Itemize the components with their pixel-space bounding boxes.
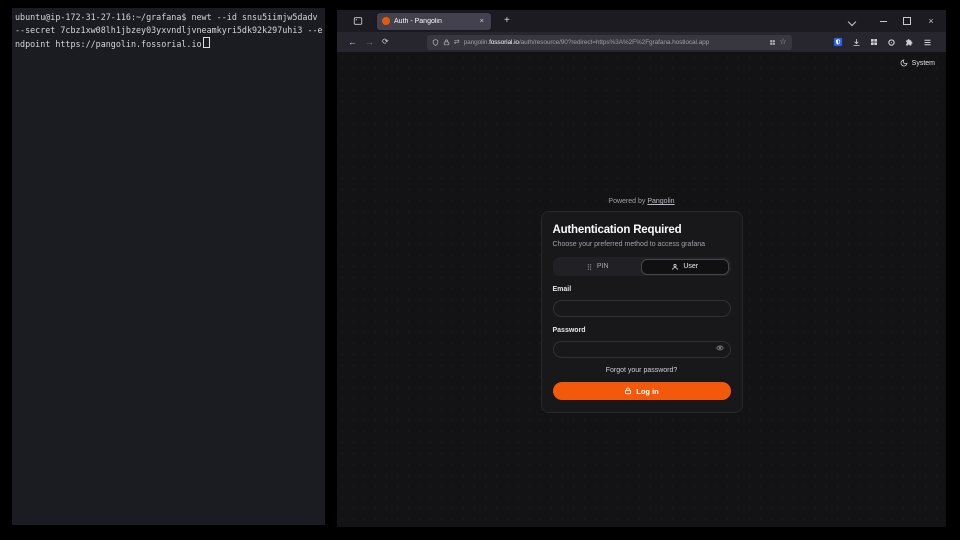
forward-button[interactable]: → <box>361 38 378 47</box>
containers-grid-icon[interactable] <box>870 38 878 46</box>
tab-user[interactable]: User <box>641 259 730 275</box>
password-label: Password <box>553 327 731 334</box>
pangolin-link[interactable]: Pangolin <box>647 198 674 205</box>
page-content: System Powered by Pangolin Authenticatio… <box>337 52 946 527</box>
url-domain: fossorial.io <box>489 39 519 46</box>
forgot-password-link[interactable]: Forgot your password? <box>553 367 731 374</box>
extension-circle-icon[interactable] <box>887 38 896 47</box>
powered-by-text: Powered by <box>608 198 645 205</box>
show-password-eye-icon[interactable] <box>716 344 724 352</box>
email-label: Email <box>553 286 731 293</box>
desktop-screen: ubuntu@ip-172-31-27-116:~/grafana$ newt … <box>0 0 960 540</box>
pangolin-favicon-icon <box>382 17 390 25</box>
bookmark-star-icon[interactable]: ☆ <box>780 38 787 46</box>
pin-dialpad-icon <box>586 263 593 271</box>
browser-tab-bar: Auth - Pangolin × + × <box>337 10 946 32</box>
back-button[interactable]: ← <box>344 38 361 47</box>
permissions-swap-icon[interactable]: ⇄ <box>454 39 460 46</box>
password-input[interactable] <box>553 341 731 358</box>
password-field-wrap <box>553 338 731 358</box>
firefox-view-icon <box>353 16 363 26</box>
terminal-line: --secret 7cbz1xw08lh1jbzey03yxvndljvneam… <box>15 24 323 37</box>
firefox-view-button[interactable] <box>350 13 366 29</box>
card-subtitle: Choose your preferred method to access g… <box>553 240 731 249</box>
terminal-window[interactable]: ubuntu@ip-172-31-27-116:~/grafana$ newt … <box>12 8 325 525</box>
browser-nav-toolbar: ← → ⟳ ⇄ pangolin.fossorial.io/auth/resou… <box>337 32 946 52</box>
terminal-cursor <box>203 37 210 48</box>
new-tab-button[interactable]: + <box>500 15 514 27</box>
terminal-line-text: ndpoint https://pangolin.fossorial.io <box>15 39 202 49</box>
tab-close-icon[interactable]: × <box>478 16 486 26</box>
reload-button[interactable]: ⟳ <box>378 38 393 46</box>
toolbar-extension-icons <box>833 37 932 47</box>
terminal-line: ubuntu@ip-172-31-27-116:~/grafana$ newt … <box>15 11 323 24</box>
card-title: Authentication Required <box>553 223 731 237</box>
browser-tab-auth-pangolin[interactable]: Auth - Pangolin × <box>377 13 491 30</box>
downloads-icon[interactable] <box>852 38 861 47</box>
maximize-button[interactable] <box>902 16 912 26</box>
auth-method-tabs: PIN User <box>553 257 731 276</box>
email-field-wrap <box>553 297 731 317</box>
login-lock-icon <box>624 387 632 395</box>
bitwarden-extension-icon[interactable] <box>833 37 843 47</box>
terminal-line: ndpoint https://pangolin.fossorial.io <box>15 37 323 51</box>
theme-switcher-label: System <box>912 60 935 67</box>
auth-card: Authentication Required Choose your pref… <box>541 211 743 413</box>
tab-user-label: User <box>683 263 698 270</box>
url-prefix: pangolin. <box>464 39 489 46</box>
moon-icon <box>900 59 908 67</box>
tab-pin[interactable]: PIN <box>554 259 641 275</box>
tab-pin-label: PIN <box>597 263 609 270</box>
maximize-icon <box>903 17 911 25</box>
list-tabs-chevron-icon[interactable] <box>849 18 856 25</box>
terminal-output: ubuntu@ip-172-31-27-116:~/grafana$ newt … <box>12 8 325 51</box>
close-window-button[interactable]: × <box>926 16 936 26</box>
powered-by: Powered by Pangolin <box>337 198 946 205</box>
window-controls: × <box>878 16 936 26</box>
url-text[interactable]: pangolin.fossorial.io/auth/resource/90?r… <box>464 39 765 46</box>
minimize-icon <box>880 21 887 22</box>
extensions-puzzle-icon[interactable] <box>905 38 914 47</box>
login-button-label: Log in <box>636 387 659 396</box>
url-path: /auth/resource/90?redirect=https%3A%2F%2… <box>519 39 709 46</box>
tracking-protection-shield-icon[interactable] <box>432 39 439 46</box>
browser-window: Auth - Pangolin × + × ← → ⟳ <box>337 10 946 527</box>
tab-title: Auth - Pangolin <box>394 18 474 25</box>
url-bar[interactable]: ⇄ pangolin.fossorial.io/auth/resource/90… <box>427 35 792 50</box>
user-icon <box>671 263 679 271</box>
lock-icon[interactable] <box>443 39 450 46</box>
minimize-button[interactable] <box>878 16 888 26</box>
menu-hamburger-icon[interactable] <box>923 38 932 47</box>
login-button[interactable]: Log in <box>553 382 731 400</box>
email-input[interactable] <box>553 300 731 317</box>
theme-switcher-button[interactable]: System <box>900 59 935 67</box>
page-actions-grid-icon[interactable] <box>769 39 776 46</box>
